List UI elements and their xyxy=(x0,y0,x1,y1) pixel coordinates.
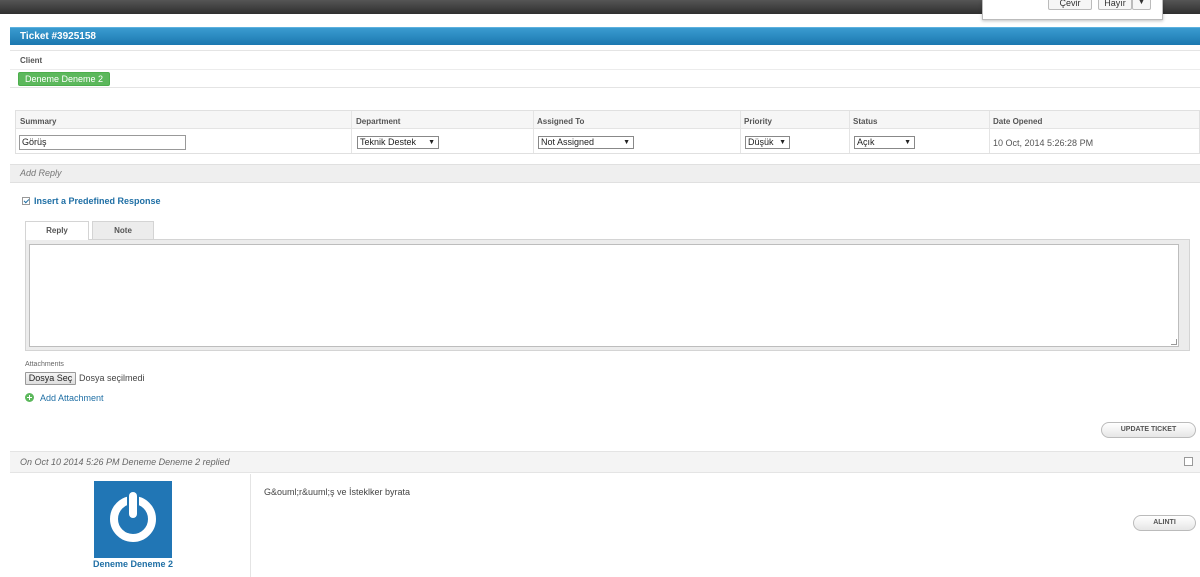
add-attachment-link[interactable]: Add Attachment xyxy=(25,393,104,403)
department-select[interactable]: Teknik Destek ▼ xyxy=(357,136,439,149)
translate-button[interactable]: Çevir xyxy=(1048,0,1092,10)
predefined-response-toggle[interactable]: Insert a Predefined Response xyxy=(22,196,161,206)
dropdown-arrow-icon: ▼ xyxy=(623,139,630,146)
editor-container xyxy=(25,239,1190,351)
status-value: Açık xyxy=(857,137,875,147)
dropdown-arrow-icon: ▼ xyxy=(904,139,911,146)
assigned-to-header: Assigned To xyxy=(537,117,585,126)
power-icon-bar xyxy=(129,492,137,518)
priority-header: Priority xyxy=(744,117,773,126)
divider xyxy=(989,111,990,153)
update-ticket-button[interactable]: UPDATE TICKET xyxy=(1101,422,1196,438)
checkbox-icon[interactable] xyxy=(22,197,30,205)
quote-button[interactable]: ALINTI xyxy=(1133,515,1196,531)
divider xyxy=(250,474,251,577)
reply-select-checkbox[interactable] xyxy=(1184,457,1193,466)
reply-message: G&ouml;r&uuml;ş ve İsteklker byrata xyxy=(264,487,411,497)
department-header: Department xyxy=(356,117,401,126)
reply-header: On Oct 10 2014 5:26 PM Deneme Deneme 2 r… xyxy=(10,451,1200,473)
ticket-title: Ticket #3925158 xyxy=(10,27,1200,45)
chevron-down-icon[interactable]: ▼ xyxy=(1132,0,1151,10)
add-reply-bar: Add Reply xyxy=(10,164,1200,183)
divider xyxy=(849,111,850,153)
ticket-info-table: Summary Department Assigned To Priority … xyxy=(15,110,1200,154)
divider xyxy=(10,69,1200,70)
plus-circle-icon xyxy=(25,393,34,402)
tab-note[interactable]: Note xyxy=(92,221,154,239)
translate-popup: Çevir Hayır ▼ xyxy=(982,0,1163,20)
choose-file-button[interactable]: Dosya Seç xyxy=(25,372,76,385)
summary-input[interactable]: Görüş xyxy=(19,135,186,150)
department-value: Teknik Destek xyxy=(360,137,417,147)
summary-header: Summary xyxy=(20,117,57,126)
no-file-text: Dosya seçilmedi xyxy=(79,373,145,383)
client-label: Client xyxy=(20,56,43,65)
priority-select[interactable]: Düşük ▼ xyxy=(745,136,790,149)
tab-reply[interactable]: Reply xyxy=(25,221,89,240)
status-select[interactable]: Açık ▼ xyxy=(854,136,915,149)
assigned-to-value: Not Assigned xyxy=(541,137,595,147)
dropdown-arrow-icon: ▼ xyxy=(428,139,435,146)
date-opened-value: 10 Oct, 2014 5:26:28 PM xyxy=(993,138,1094,148)
status-header: Status xyxy=(853,117,878,126)
client-section: Client Deneme Deneme 2 xyxy=(10,50,1200,88)
divider xyxy=(740,111,741,153)
reply-author[interactable]: Deneme Deneme 2 xyxy=(80,559,186,569)
reply-textarea[interactable] xyxy=(29,244,1179,347)
divider xyxy=(533,111,534,153)
no-button[interactable]: Hayır xyxy=(1098,0,1132,10)
divider xyxy=(351,111,352,153)
predefined-response-label[interactable]: Insert a Predefined Response xyxy=(34,196,161,206)
assigned-to-select[interactable]: Not Assigned ▼ xyxy=(538,136,634,149)
add-attachment-label[interactable]: Add Attachment xyxy=(40,393,104,403)
priority-value: Düşük xyxy=(748,137,774,147)
date-opened-header: Date Opened xyxy=(993,117,1043,126)
attachments-label: Attachments xyxy=(25,361,64,368)
avatar xyxy=(94,481,172,558)
resize-handle-icon[interactable] xyxy=(1171,339,1177,345)
client-badge[interactable]: Deneme Deneme 2 xyxy=(18,72,111,86)
dropdown-arrow-icon: ▼ xyxy=(779,139,786,146)
